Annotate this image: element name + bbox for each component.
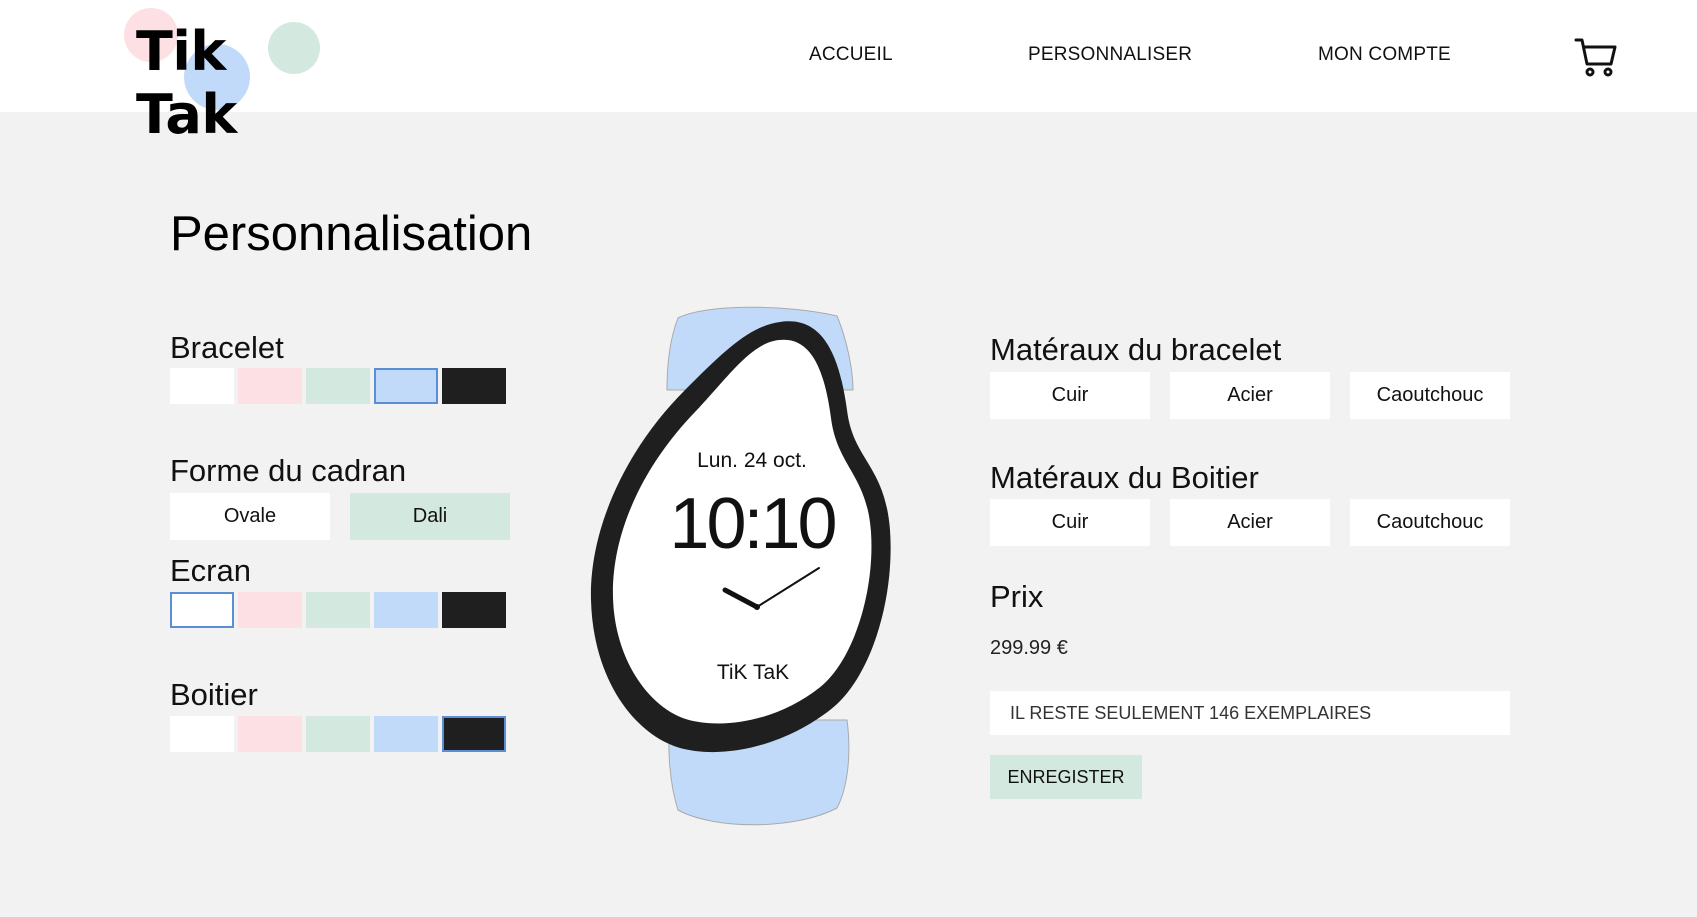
- dial-shape-label: Forme du cadran: [170, 453, 407, 488]
- logo-text: Tik Tak: [136, 20, 237, 146]
- bracelet-material-cuir-button[interactable]: Cuir: [990, 372, 1150, 419]
- case-swatch-white[interactable]: [170, 716, 234, 752]
- dial-shape-ovale-button[interactable]: Ovale: [170, 493, 330, 540]
- header: Tik Tak ACCUEIL PERSONNALISER MON COMPTE: [0, 0, 1697, 146]
- bracelet-swatch-black[interactable]: [442, 368, 506, 404]
- bracelet-material-acier-button[interactable]: Acier: [1170, 372, 1330, 419]
- watch-preview: Lun. 24 oct. 10:10 TiK TaK: [590, 306, 891, 826]
- case-material-cuir-button[interactable]: Cuir: [990, 499, 1150, 546]
- case-label: Boitier: [170, 677, 258, 712]
- screen-swatch-green[interactable]: [306, 592, 370, 628]
- screen-swatch-white[interactable]: [170, 592, 234, 628]
- watch-brand: TiK TaK: [717, 661, 789, 684]
- bracelet-swatch-blue[interactable]: [374, 368, 438, 404]
- screen-swatch-pink[interactable]: [238, 592, 302, 628]
- case-material-label: Matéraux du Boitier: [990, 460, 1259, 495]
- nav-customize-link[interactable]: PERSONNALISER: [1028, 44, 1192, 66]
- bracelet-swatch-green[interactable]: [306, 368, 370, 404]
- case-swatch-black[interactable]: [442, 716, 506, 752]
- case-material-acier-button[interactable]: Acier: [1170, 499, 1330, 546]
- screen-color-swatches: [170, 592, 506, 628]
- bracelet-material-caoutchouc-button[interactable]: Caoutchouc: [1350, 372, 1510, 419]
- watch-time: 10:10: [669, 484, 835, 564]
- cart-icon[interactable]: [1574, 34, 1618, 78]
- dial-shape-dali-button[interactable]: Dali: [350, 493, 510, 540]
- case-color-swatches: [170, 716, 506, 752]
- save-button[interactable]: ENREGISTER: [990, 755, 1142, 799]
- bracelet-label: Bracelet: [170, 330, 284, 365]
- bracelet-swatch-pink[interactable]: [238, 368, 302, 404]
- price-value: 299.99 €: [990, 637, 1068, 659]
- screen-swatch-blue[interactable]: [374, 592, 438, 628]
- stock-notice: IL RESTE SEULEMENT 146 EXEMPLAIRES: [990, 691, 1510, 735]
- screen-swatch-black[interactable]: [442, 592, 506, 628]
- watch-date: Lun. 24 oct.: [697, 449, 807, 472]
- bracelet-swatch-white[interactable]: [170, 368, 234, 404]
- logo[interactable]: Tik Tak: [120, 6, 330, 146]
- case-swatch-pink[interactable]: [238, 716, 302, 752]
- case-swatch-green[interactable]: [306, 716, 370, 752]
- price-label: Prix: [990, 579, 1044, 614]
- screen-label: Ecran: [170, 553, 251, 588]
- page-title: Personnalisation: [170, 207, 533, 261]
- case-swatch-blue[interactable]: [374, 716, 438, 752]
- bracelet-material-label: Matéraux du bracelet: [990, 332, 1282, 367]
- nav-account-link[interactable]: MON COMPTE: [1318, 44, 1451, 66]
- case-material-caoutchouc-button[interactable]: Caoutchouc: [1350, 499, 1510, 546]
- bracelet-color-swatches: [170, 368, 506, 404]
- nav-home-link[interactable]: ACCUEIL: [809, 44, 893, 66]
